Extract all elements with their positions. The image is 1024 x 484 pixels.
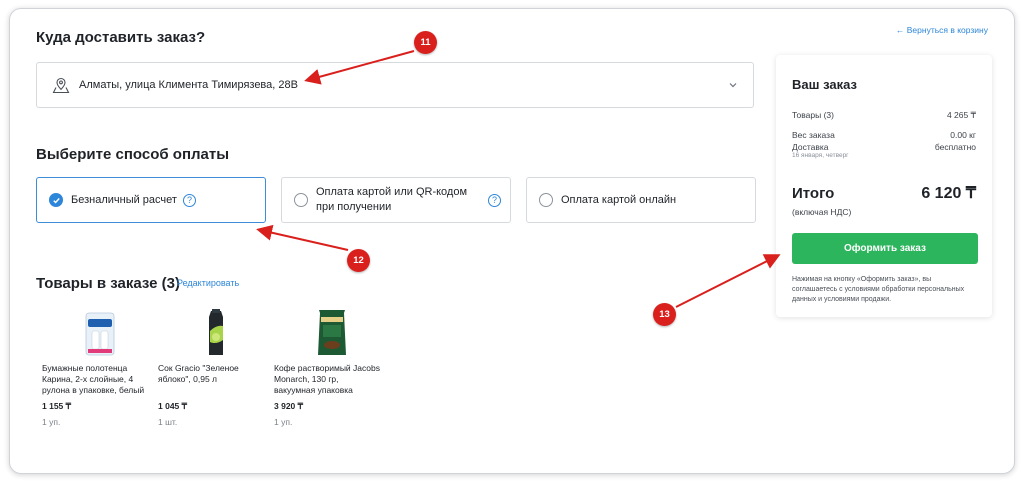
edit-link[interactable]: Редактировать: [177, 278, 239, 288]
annotation-badge-13: 13: [653, 303, 676, 326]
product-image-coffee: [318, 310, 346, 355]
annotation-arrow-13: [675, 254, 781, 308]
weight-label: Вес заказа: [792, 130, 835, 140]
total-label: Итого: [792, 185, 835, 202]
payment-option-card-online[interactable]: Оплата картой онлайн: [526, 177, 756, 223]
summary-title: Ваш заказ: [792, 77, 857, 92]
product-name: Сок Gracio "Зеленое яблоко", 0,95 л: [158, 363, 239, 384]
payment-option-label: Оплата картой или QR-кодом при получении: [316, 186, 468, 213]
product-image-juice: [209, 309, 223, 355]
annotation-badge-11: 11: [414, 31, 437, 54]
map-pin-icon: [51, 75, 71, 95]
payment-option-label: Оплата картой онлайн: [561, 193, 677, 206]
annotation-badge-12: 12: [347, 249, 370, 272]
weight-value: 0.00 кг: [950, 130, 976, 140]
summary-goods-row: Товары (3) 4 265 ₸: [792, 110, 976, 121]
total-note: (включая НДС): [792, 207, 852, 217]
help-icon[interactable]: ?: [488, 193, 501, 207]
product-price: 1 155 ₸: [42, 401, 72, 411]
payment-option-card-on-delivery[interactable]: Оплата картой или QR-кодом при получении…: [281, 177, 511, 223]
delivery-label: Доставка: [792, 142, 829, 152]
goods-label: Товары (3): [792, 110, 834, 120]
delivery-date: 16 января, четверг: [792, 152, 849, 159]
product-image-paper-towels: [85, 312, 115, 356]
product-name: Кофе растворимый Jacobs Monarch, 130 гр,…: [274, 363, 380, 395]
checkout-page: Куда доставить заказ? Алматы, улица Клим…: [9, 8, 1015, 474]
summary-delivery-row: Доставка бесплатно: [792, 142, 976, 152]
address-select[interactable]: Алматы, улица Климента Тимирязева, 28В: [36, 62, 754, 108]
help-icon[interactable]: ?: [182, 193, 196, 207]
product-quantity: 1 уп.: [42, 417, 61, 427]
address-value: Алматы, улица Климента Тимирязева, 28В: [79, 79, 298, 91]
product-card[interactable]: Сок Gracio "Зеленое яблоко", 0,95 л 1 04…: [158, 307, 266, 427]
radio-icon[interactable]: [539, 193, 553, 207]
product-quantity: 1 уп.: [274, 417, 293, 427]
product-card[interactable]: Бумажные полотенца Карина, 2-х слойные, …: [42, 307, 150, 427]
delivery-heading: Куда доставить заказ?: [36, 29, 206, 46]
chevron-down-icon[interactable]: [727, 78, 739, 90]
payment-heading: Выберите способ оплаты: [36, 146, 230, 163]
annotation-arrow-12: [256, 224, 349, 251]
radio-icon[interactable]: [294, 193, 308, 207]
product-quantity: 1 шт.: [158, 417, 178, 427]
terms-text: Нажимая на кнопку «Оформить заказ», вы с…: [792, 276, 965, 303]
product-name: Бумажные полотенца Карина, 2-х слойные, …: [42, 363, 145, 395]
summary-weight-row: Вес заказа 0.00 кг: [792, 130, 976, 140]
payment-option-label: Безналичный расчет: [71, 193, 177, 206]
back-to-cart-link[interactable]: ← Вернуться в корзину: [896, 25, 988, 35]
place-order-button[interactable]: Оформить заказ: [792, 233, 978, 264]
payment-option-cashless[interactable]: Безналичный расчет ?: [36, 177, 266, 223]
product-card[interactable]: Кофе растворимый Jacobs Monarch, 130 гр,…: [274, 307, 382, 427]
items-heading: Товары в заказе (3): [36, 275, 181, 292]
radio-checked-icon[interactable]: [49, 193, 63, 207]
total-value: 6 120 ₸: [921, 185, 976, 202]
delivery-value: бесплатно: [934, 142, 976, 152]
goods-value: 4 265 ₸: [946, 110, 976, 120]
product-price: 1 045 ₸: [158, 401, 188, 411]
order-summary: Ваш заказ Товары (3) 4 265 ₸ Вес заказа …: [776, 55, 992, 317]
product-price: 3 920 ₸: [274, 401, 304, 411]
